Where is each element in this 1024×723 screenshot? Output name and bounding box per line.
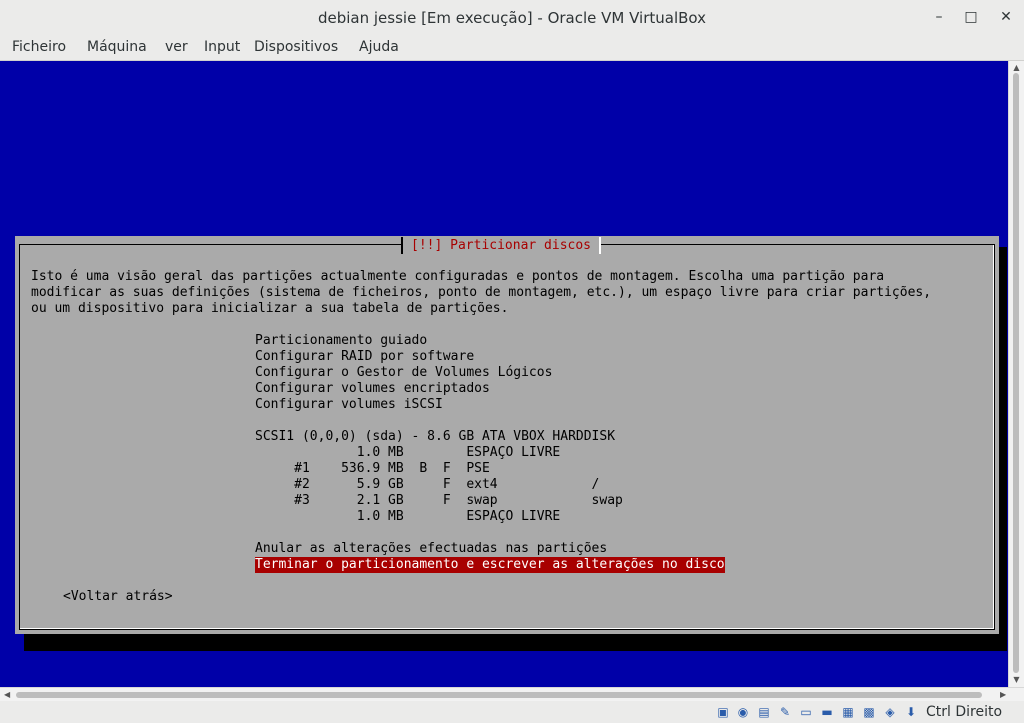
scroll-up-icon[interactable]: ▲	[1009, 63, 1024, 72]
scroll-left-icon[interactable]: ◀	[4, 688, 10, 701]
option-encrypted-volumes[interactable]: Configurar volumes encriptados	[255, 381, 490, 397]
menu-ficheiro[interactable]: Ficheiro	[12, 39, 66, 55]
close-button[interactable]: ✕	[995, 6, 1017, 28]
option-iscsi[interactable]: Configurar volumes iSCSI	[255, 397, 443, 413]
option-lvm[interactable]: Configurar o Gestor de Volumes Lógicos	[255, 365, 552, 381]
scroll-down-icon[interactable]: ▼	[1009, 675, 1024, 684]
undo-changes-option[interactable]: Anular as alterações efectuadas nas part…	[255, 541, 607, 557]
host-key-label: Ctrl Direito	[926, 704, 1003, 720]
vm-screen[interactable]: [!!] Particionar discos Isto é uma visão…	[0, 61, 1008, 687]
menu-ajuda[interactable]: Ajuda	[359, 39, 399, 55]
partition-free-1[interactable]: 1.0 MB ESPAÇO LIVRE	[255, 445, 561, 461]
scroll-right-icon[interactable]: ▶	[1000, 688, 1006, 701]
maximize-button[interactable]: □	[960, 6, 982, 28]
finish-partitioning-option[interactable]: Terminar o particionamento e escrever as…	[255, 557, 725, 573]
usb-icon[interactable]: ✎	[778, 705, 792, 719]
menu-bar: Ficheiro Máquina ver Input Dispositivos …	[0, 36, 1024, 61]
network-icon[interactable]: ▩	[862, 705, 876, 719]
display-icon[interactable]: ▬	[820, 705, 834, 719]
description-line-2: modificar as suas definições (sistema de…	[31, 285, 932, 300]
hard-disk-icon[interactable]: ▣	[716, 705, 730, 719]
menu-maquina[interactable]: Máquina	[87, 39, 147, 55]
minimize-button[interactable]: –	[928, 6, 950, 28]
option-software-raid[interactable]: Configurar RAID por software	[255, 349, 474, 365]
menu-ver[interactable]: ver	[165, 39, 188, 55]
description-line-1: Isto é uma visão geral das partições act…	[31, 269, 885, 284]
host-key-arrow-icon[interactable]: ⬇	[904, 705, 918, 719]
optical-drive-icon[interactable]: ◉	[736, 705, 750, 719]
partition-1[interactable]: #1 536.9 MB B F PSE	[255, 461, 490, 477]
option-guided-partitioning[interactable]: Particionamento guiado	[255, 333, 427, 349]
description-line-3: ou um dispositivo para inicializar a sua…	[31, 301, 509, 316]
status-bar: ▣ ◉ ▤ ✎ ▭ ▬ ▦ ▩ ◈ ⬇ Ctrl Direito	[0, 701, 1024, 723]
menu-input[interactable]: Input	[204, 39, 240, 55]
window-titlebar[interactable]: debian jessie [Em execução] - Oracle VM …	[0, 0, 1024, 36]
video-capture-icon[interactable]: ▦	[841, 705, 855, 719]
dialog-title: [!!] Particionar discos	[401, 237, 602, 254]
partition-dialog: [!!] Particionar discos Isto é uma visão…	[15, 236, 999, 634]
partition-2[interactable]: #2 5.9 GB F ext4 /	[255, 477, 599, 493]
back-button[interactable]: <Voltar atrás>	[63, 589, 173, 605]
menu-dispositivos[interactable]: Dispositivos	[254, 39, 338, 55]
mouse-integration-icon[interactable]: ◈	[883, 705, 897, 719]
disk-entry[interactable]: SCSI1 (0,0,0) (sda) - 8.6 GB ATA VBOX HA…	[255, 429, 615, 445]
partition-free-2[interactable]: 1.0 MB ESPAÇO LIVRE	[255, 509, 561, 525]
partition-3[interactable]: #3 2.1 GB F swap swap	[255, 493, 623, 509]
window-title: debian jessie [Em execução] - Oracle VM …	[317, 9, 707, 27]
audio-icon[interactable]: ▤	[757, 705, 771, 719]
vertical-scroll-thumb[interactable]	[1013, 73, 1019, 673]
vertical-scrollbar[interactable]: ▲ ▼	[1008, 61, 1024, 687]
shared-folders-icon[interactable]: ▭	[799, 705, 813, 719]
horizontal-scroll-thumb[interactable]	[16, 692, 982, 698]
horizontal-scrollbar[interactable]: ◀ ▶	[0, 687, 1024, 701]
